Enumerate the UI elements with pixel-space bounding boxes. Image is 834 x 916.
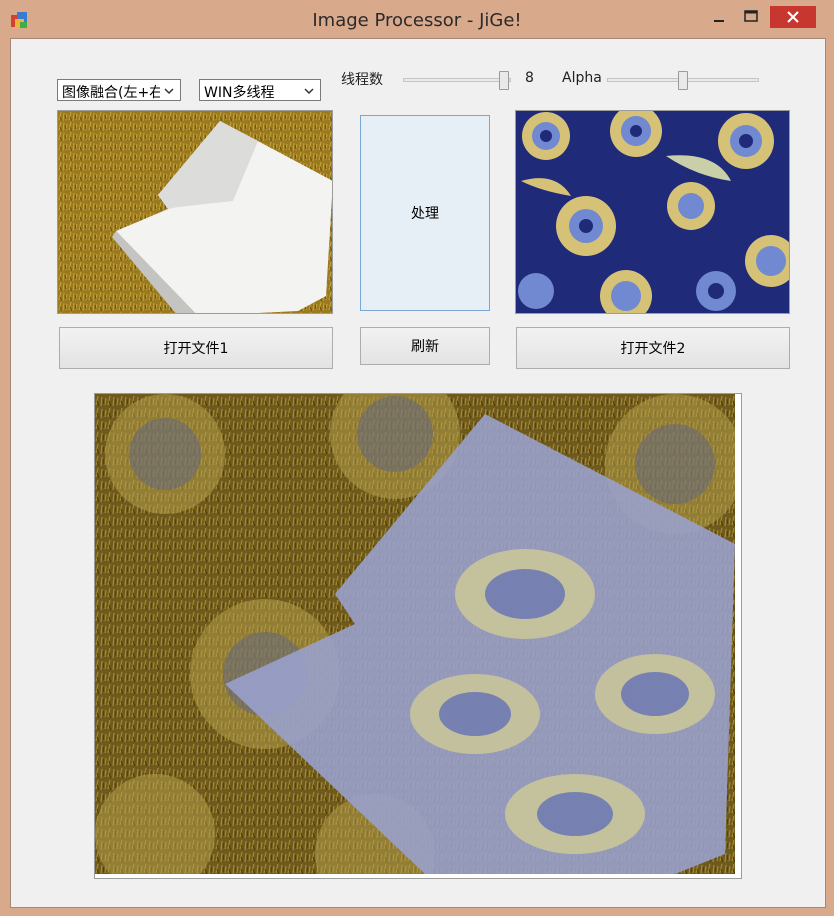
left-image	[58, 111, 332, 313]
mode-select-value: WIN多线程	[204, 85, 275, 101]
result-image-panel	[94, 393, 742, 879]
chevron-down-icon	[164, 88, 174, 95]
thread-count-value: 8	[525, 70, 534, 86]
algorithm-select[interactable]: 图像融合(左+右	[57, 79, 181, 101]
maximize-icon	[744, 10, 758, 22]
open-file-1-button[interactable]: 打开文件1	[59, 327, 333, 369]
refresh-button-label: 刷新	[411, 339, 439, 355]
algorithm-select-value: 图像融合(左+右	[62, 85, 160, 101]
mode-select[interactable]: WIN多线程	[199, 79, 321, 101]
maximize-button[interactable]	[738, 6, 764, 28]
refresh-button[interactable]: 刷新	[360, 327, 490, 365]
right-image	[516, 111, 789, 313]
thread-count-label: 线程数	[341, 72, 383, 88]
process-button[interactable]: 处理	[360, 115, 490, 311]
right-image-panel	[515, 110, 790, 314]
minimize-button[interactable]	[706, 6, 732, 28]
title-bar[interactable]: Image Processor - JiGe!	[0, 0, 834, 38]
thread-slider-thumb[interactable]	[499, 71, 509, 90]
alpha-label: Alpha	[562, 70, 602, 86]
close-icon	[787, 11, 799, 23]
left-image-panel	[57, 110, 333, 314]
close-button[interactable]	[770, 6, 816, 28]
open-file-2-button[interactable]: 打开文件2	[516, 327, 790, 369]
process-button-label: 处理	[411, 206, 439, 222]
chevron-down-icon	[304, 88, 314, 95]
open-file-2-label: 打开文件2	[620, 341, 686, 357]
client-area: 图像融合(左+右 WIN多线程 线程数 8 Alpha 处理 打开文件1 刷新 …	[10, 38, 826, 908]
alpha-slider-thumb[interactable]	[678, 71, 688, 90]
minimize-icon	[714, 20, 724, 22]
result-image	[95, 394, 741, 878]
thread-slider-track[interactable]	[403, 78, 511, 82]
open-file-1-label: 打开文件1	[163, 341, 229, 357]
